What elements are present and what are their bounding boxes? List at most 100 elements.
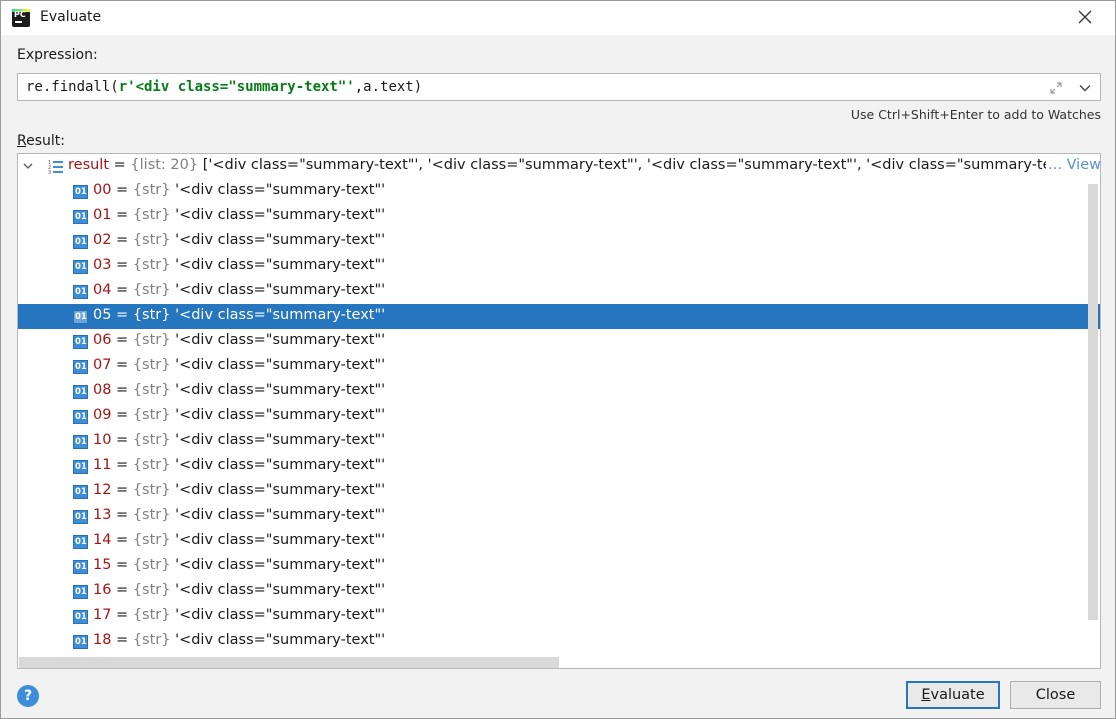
item-type: {str} bbox=[132, 382, 171, 398]
item-key: 15 bbox=[93, 557, 112, 573]
str-type-icon-label: 01 bbox=[75, 362, 87, 372]
item-value: '<div class="summary-text"' bbox=[175, 257, 386, 273]
expand-editor-icon[interactable] bbox=[1048, 80, 1064, 96]
close-window-icon[interactable] bbox=[1075, 7, 1095, 27]
result-item-row[interactable]: 01 15 = {str} '<div class="summary-text"' bbox=[18, 554, 1100, 579]
result-item-row[interactable]: 01 09 = {str} '<div class="summary-text"' bbox=[18, 404, 1100, 429]
str-type-icon-label: 01 bbox=[75, 237, 87, 247]
result-item-row[interactable]: 01 08 = {str} '<div class="summary-text"' bbox=[18, 379, 1100, 404]
result-item-row[interactable]: 01 16 = {str} '<div class="summary-text"' bbox=[18, 579, 1100, 604]
result-item-row[interactable]: 01 07 = {str} '<div class="summary-text"' bbox=[18, 354, 1100, 379]
item-key: 16 bbox=[93, 582, 112, 598]
result-item-text: 13 = {str} '<div class="summary-text"' bbox=[93, 507, 385, 523]
item-value: '<div class="summary-text"' bbox=[175, 407, 386, 423]
result-item-row[interactable]: 01 10 = {str} '<div class="summary-text"' bbox=[18, 429, 1100, 454]
item-key: 12 bbox=[93, 482, 112, 498]
str-type-icon: 01 bbox=[73, 335, 88, 349]
str-type-icon: 01 bbox=[73, 485, 88, 499]
expression-string-literal: r'<div class="summary-text"' bbox=[118, 79, 355, 95]
str-type-icon-label: 01 bbox=[75, 387, 87, 397]
expression-text[interactable]: re.findall(r'<div class="summary-text"',… bbox=[26, 79, 422, 95]
result-item-text: 03 = {str} '<div class="summary-text"' bbox=[93, 257, 385, 273]
str-type-icon: 01 bbox=[73, 310, 88, 324]
root-type: {list: 20} bbox=[130, 157, 199, 173]
result-item-text: 16 = {str} '<div class="summary-text"' bbox=[93, 582, 385, 598]
item-eq: = bbox=[111, 232, 133, 248]
item-key: 06 bbox=[93, 332, 112, 348]
close-button[interactable]: Close bbox=[1010, 681, 1101, 709]
expression-input[interactable]: re.findall(r'<div class="summary-text"',… bbox=[17, 73, 1101, 101]
item-eq: = bbox=[111, 382, 133, 398]
item-value: '<div class="summary-text"' bbox=[175, 357, 386, 373]
item-value: '<div class="summary-text"' bbox=[175, 207, 386, 223]
item-value: '<div class="summary-text"' bbox=[175, 632, 386, 648]
str-type-icon-label: 01 bbox=[75, 262, 87, 272]
collapse-chevron-icon[interactable] bbox=[22, 160, 34, 172]
item-value: '<div class="summary-text"' bbox=[175, 482, 386, 498]
str-type-icon-label: 01 bbox=[75, 337, 87, 347]
result-item-row[interactable]: 01 01 = {str} '<div class="summary-text"' bbox=[18, 204, 1100, 229]
str-type-icon: 01 bbox=[73, 185, 88, 199]
result-item-row[interactable]: 01 11 = {str} '<div class="summary-text"' bbox=[18, 454, 1100, 479]
str-type-icon: 01 bbox=[73, 585, 88, 599]
item-type: {str} bbox=[132, 357, 171, 373]
view-link-text[interactable]: View bbox=[1067, 157, 1100, 173]
item-key: 03 bbox=[93, 257, 112, 273]
item-eq: = bbox=[111, 432, 133, 448]
view-link[interactable]: ... View bbox=[1046, 157, 1100, 173]
item-type: {str} bbox=[132, 607, 171, 623]
result-item-text: 06 = {str} '<div class="summary-text"' bbox=[93, 332, 385, 348]
result-item-row[interactable]: 01 14 = {str} '<div class="summary-text"' bbox=[18, 529, 1100, 554]
str-type-icon: 01 bbox=[73, 285, 88, 299]
item-eq: = bbox=[111, 407, 133, 423]
evaluate-button[interactable]: Evaluate bbox=[906, 681, 1000, 709]
vertical-scrollbar[interactable] bbox=[1088, 184, 1098, 620]
item-type: {str} bbox=[132, 557, 171, 573]
result-item-row[interactable]: 01 04 = {str} '<div class="summary-text"' bbox=[18, 279, 1100, 304]
result-item-text: 09 = {str} '<div class="summary-text"' bbox=[93, 407, 385, 423]
str-type-icon: 01 bbox=[73, 560, 88, 574]
item-value: '<div class="summary-text"' bbox=[175, 182, 386, 198]
history-dropdown-icon[interactable] bbox=[1078, 81, 1092, 95]
item-eq: = bbox=[111, 357, 133, 373]
result-label-rest: esult: bbox=[26, 133, 65, 149]
item-value: '<div class="summary-text"' bbox=[175, 532, 386, 548]
item-eq: = bbox=[111, 257, 133, 273]
item-value: '<div class="summary-text"' bbox=[175, 382, 386, 398]
result-item-row[interactable]: 01 00 = {str} '<div class="summary-text"' bbox=[18, 179, 1100, 204]
str-type-icon-label: 01 bbox=[75, 512, 87, 522]
result-item-row[interactable]: 01 18 = {str} '<div class="summary-text"' bbox=[18, 629, 1100, 654]
result-item-row[interactable]: 01 17 = {str} '<div class="summary-text"' bbox=[18, 604, 1100, 629]
result-tree[interactable]: 1 2 3 result = {list: 20} ['<div class="… bbox=[17, 153, 1101, 669]
str-type-icon-label: 01 bbox=[75, 412, 87, 422]
str-type-icon: 01 bbox=[73, 435, 88, 449]
item-eq: = bbox=[111, 332, 133, 348]
item-type: {str} bbox=[132, 282, 171, 298]
result-item-row[interactable]: 01 03 = {str} '<div class="summary-text"' bbox=[18, 254, 1100, 279]
root-eq: = bbox=[109, 157, 131, 173]
str-type-icon-label: 01 bbox=[75, 612, 87, 622]
item-value: '<div class="summary-text"' bbox=[175, 457, 386, 473]
result-item-row[interactable]: 01 12 = {str} '<div class="summary-text"' bbox=[18, 479, 1100, 504]
item-type: {str} bbox=[132, 532, 171, 548]
result-item-text: 15 = {str} '<div class="summary-text"' bbox=[93, 557, 385, 573]
result-item-row[interactable]: 01 06 = {str} '<div class="summary-text"' bbox=[18, 329, 1100, 354]
item-type: {str} bbox=[132, 432, 171, 448]
item-key: 10 bbox=[93, 432, 112, 448]
help-icon[interactable]: ? bbox=[17, 685, 39, 707]
tree-root-row[interactable]: 1 2 3 result = {list: 20} ['<div class="… bbox=[18, 154, 1101, 179]
item-eq: = bbox=[111, 207, 133, 223]
str-type-icon: 01 bbox=[73, 235, 88, 249]
item-key: 08 bbox=[93, 382, 112, 398]
result-item-row[interactable]: 01 05 = {str} '<div class="summary-text"' bbox=[18, 304, 1100, 329]
str-type-icon: 01 bbox=[73, 385, 88, 399]
result-label-mnemonic: R bbox=[17, 133, 27, 149]
item-key: 14 bbox=[93, 532, 112, 548]
result-item-row[interactable]: 01 13 = {str} '<div class="summary-text"' bbox=[18, 504, 1100, 529]
str-type-icon: 01 bbox=[73, 210, 88, 224]
horizontal-scrollbar[interactable] bbox=[19, 657, 559, 668]
item-eq: = bbox=[111, 507, 133, 523]
result-item-row[interactable]: 01 02 = {str} '<div class="summary-text"' bbox=[18, 229, 1100, 254]
root-value: ['<div class="summary-text"', '<div clas… bbox=[198, 157, 1101, 173]
result-item-text: 07 = {str} '<div class="summary-text"' bbox=[93, 357, 385, 373]
